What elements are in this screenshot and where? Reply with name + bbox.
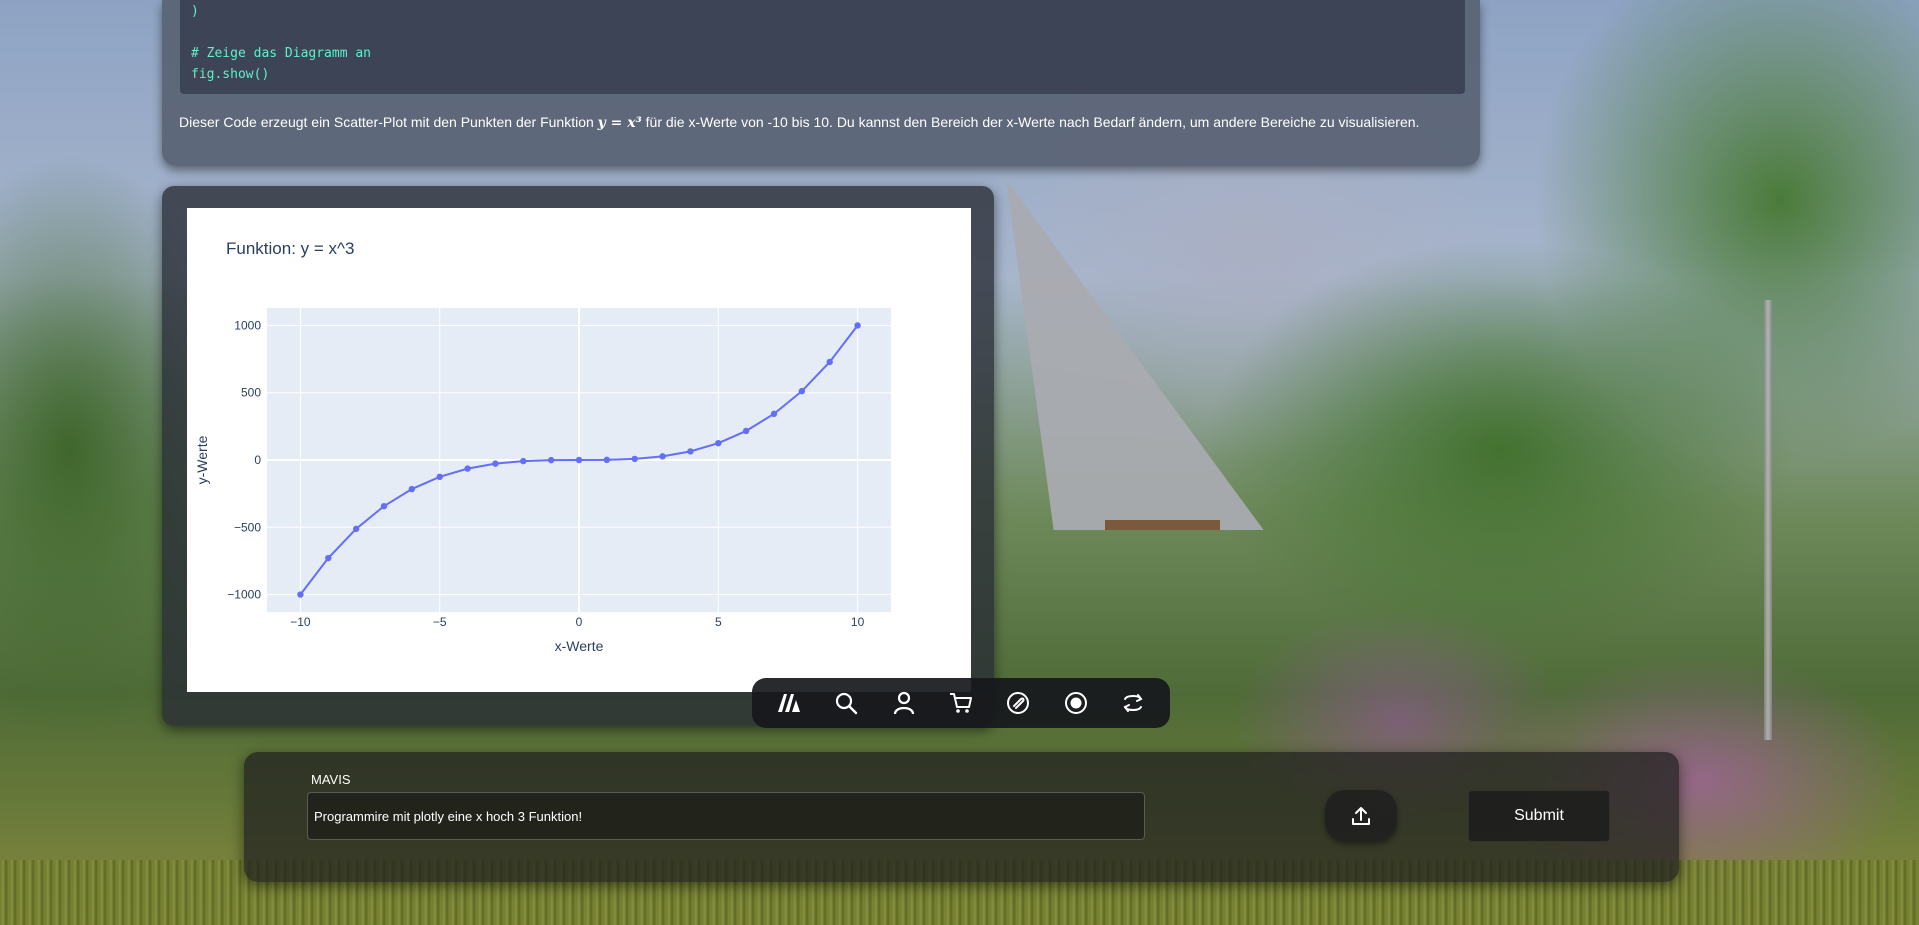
y-tick-label: 1000: [234, 318, 261, 332]
record-icon-graphic: [1064, 692, 1087, 714]
refresh-icon[interactable]: [1115, 685, 1151, 721]
x-tick-label: −5: [433, 615, 447, 629]
data-point[interactable]: [603, 456, 611, 464]
code-line: ): [191, 4, 199, 19]
x-tick-label: 10: [851, 615, 865, 629]
chart-title: Funktion: y = x^3: [226, 239, 354, 258]
search-icon[interactable]: [828, 685, 864, 721]
assistant-message-panel: ) # Zeige das Diagramm an fig.show() Die…: [162, 0, 1480, 166]
attach-icon[interactable]: [1000, 685, 1036, 721]
chart-svg: Funktion: y = x^3 −10 −5 0 5 10 −1000 −500 0 500…: [194, 239, 891, 654]
explanation-text-after: für die x-Werte von -10 bis 10. Du kanns…: [641, 114, 1420, 130]
user-icon[interactable]: [886, 685, 922, 721]
y-tick-label: −500: [234, 520, 261, 534]
prompt-panel: MAVIS Submit: [244, 752, 1679, 882]
data-point[interactable]: [659, 453, 666, 460]
logo-icon[interactable]: [771, 685, 807, 721]
explanation-text: Dieser Code erzeugt ein Scatter-Plot mit…: [179, 114, 1419, 131]
x-axis-label: x-Werte: [555, 638, 604, 654]
x-tick-label: 5: [715, 615, 722, 629]
code-line: # Zeige das Diagramm an: [191, 46, 372, 61]
code-line: fig.show(): [191, 67, 270, 82]
record-icon[interactable]: [1058, 685, 1094, 721]
data-point[interactable]: [464, 465, 471, 472]
y-tick-label: 500: [241, 386, 261, 400]
data-point[interactable]: [742, 427, 750, 435]
chart-message-panel: Funktion: y = x^3 −10 −5 0 5 10 −1000 −500 0 500…: [162, 186, 994, 726]
data-point[interactable]: [631, 455, 638, 463]
data-point[interactable]: [547, 456, 555, 464]
data-point[interactable]: [520, 457, 527, 465]
data-point[interactable]: [297, 591, 304, 598]
y-tick-label: 0: [254, 453, 261, 467]
y-axis-label: y-Werte: [194, 435, 210, 484]
user-icon-graphic: [893, 691, 914, 715]
cart-icon[interactable]: [943, 685, 979, 721]
background-pole: [1764, 300, 1772, 740]
x-tick-label: 0: [576, 615, 583, 629]
upload-button[interactable]: [1325, 790, 1397, 842]
assistant-name-label: MAVIS: [311, 772, 351, 787]
explanation-text-before: Dieser Code erzeugt ein Scatter-Plot mit…: [179, 114, 598, 130]
x-tick-label: −10: [290, 615, 311, 629]
y-tick-label: −1000: [227, 588, 261, 602]
data-point[interactable]: [436, 473, 443, 481]
data-point[interactable]: [770, 410, 778, 418]
data-point[interactable]: [352, 525, 360, 533]
data-point[interactable]: [325, 554, 332, 562]
background-prism-edge: [1105, 520, 1220, 530]
attach-icon-graphic: [1007, 692, 1030, 714]
data-point[interactable]: [715, 439, 722, 447]
data-point[interactable]: [575, 456, 583, 464]
data-point[interactable]: [408, 485, 416, 493]
code-block: ) # Zeige das Diagramm an fig.show(): [180, 0, 1465, 94]
upload-icon: [1352, 807, 1370, 825]
floating-toolbar: [752, 678, 1170, 728]
data-point[interactable]: [492, 460, 499, 467]
logo-icon-graphic: [777, 694, 800, 712]
background-prism-shape: [966, 180, 1264, 530]
data-point[interactable]: [826, 358, 833, 366]
plotly-chart[interactable]: Funktion: y = x^3 −10 −5 0 5 10 −1000 −500 0 500…: [187, 208, 971, 692]
data-point[interactable]: [798, 387, 806, 395]
explanation-math: y = x³: [597, 115, 642, 131]
refresh-icon-graphic: [1123, 694, 1143, 712]
submit-button[interactable]: Submit: [1468, 790, 1610, 842]
data-point[interactable]: [380, 502, 388, 510]
data-point[interactable]: [687, 448, 694, 455]
cart-icon-graphic: [949, 693, 972, 713]
search-icon-graphic: [836, 692, 858, 715]
prompt-input[interactable]: [307, 792, 1145, 840]
data-point[interactable]: [854, 322, 861, 329]
